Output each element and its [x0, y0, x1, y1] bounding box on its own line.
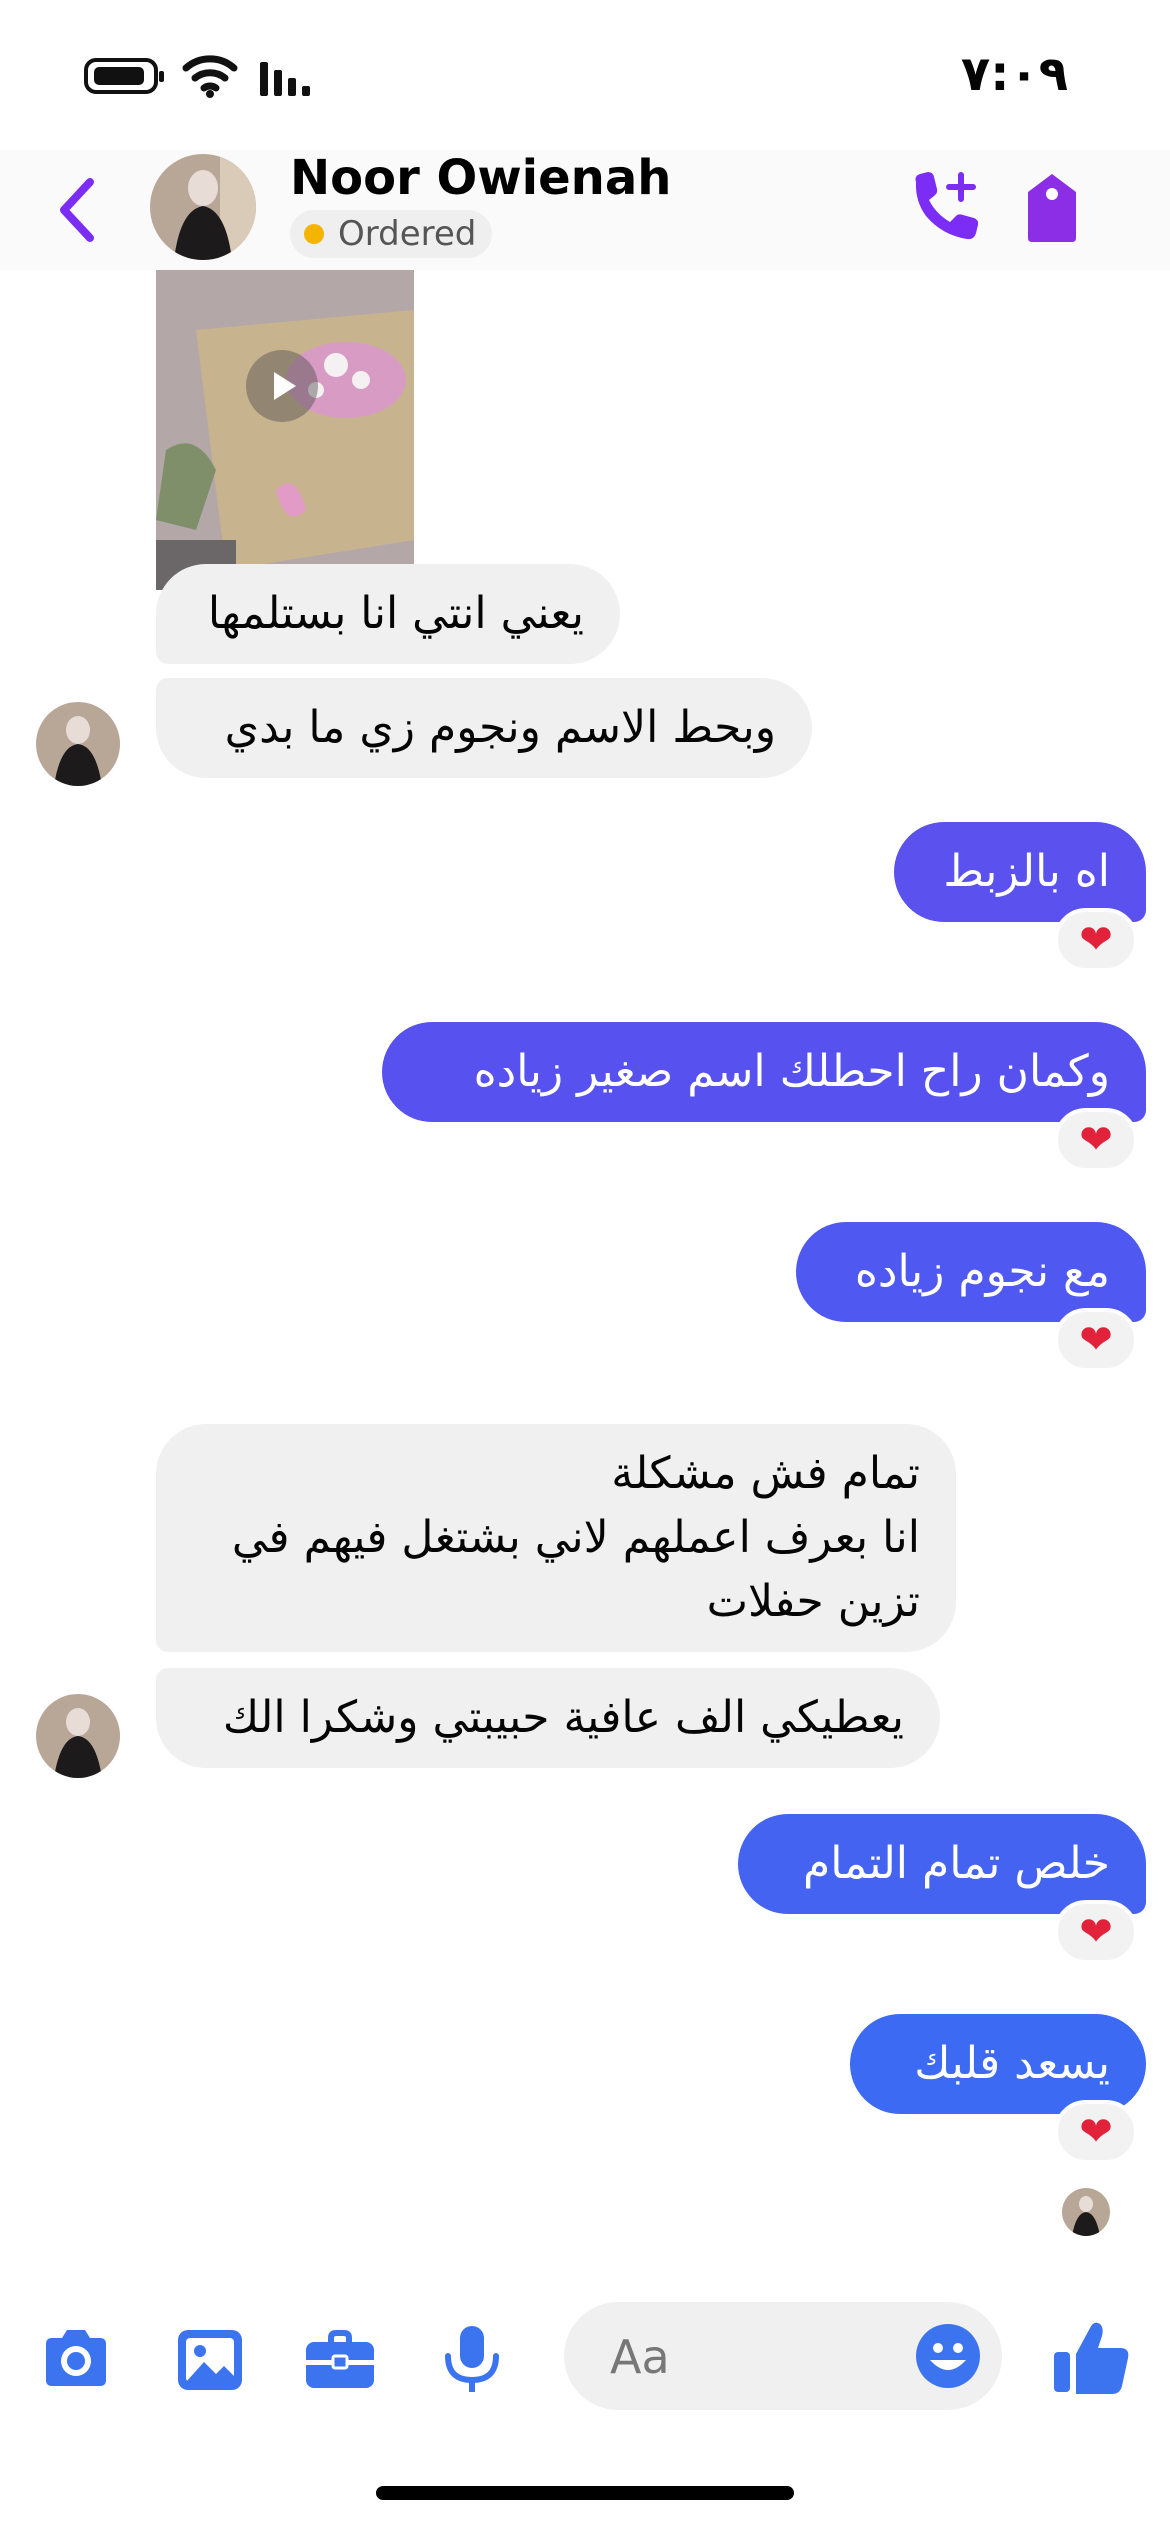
- battery-icon: [84, 58, 164, 94]
- heart-reaction[interactable]: ❤: [1054, 1108, 1138, 1172]
- contact-avatar-small: [36, 702, 120, 786]
- order-status-label: Ordered: [338, 214, 477, 254]
- message-bubble-outgoing[interactable]: وكمان راح احطلك اسم صغير زياده: [382, 1022, 1146, 1122]
- heart-reaction[interactable]: ❤: [1054, 1900, 1138, 1964]
- heart-reaction[interactable]: ❤: [1054, 908, 1138, 972]
- message-list[interactable]: يعني انتي انا بستلمها وبحط الاسم ونجوم ز…: [0, 270, 1170, 2280]
- message-bubble-outgoing[interactable]: يسعد قلبك: [850, 2014, 1146, 2114]
- photo-icon[interactable]: [170, 2320, 250, 2400]
- contact-avatar-small: [36, 1694, 120, 1778]
- message-input-container[interactable]: [564, 2302, 1002, 2410]
- emoji-icon[interactable]: [914, 2322, 982, 2390]
- message-bubble-incoming[interactable]: وبحط الاسم ونجوم زي ما بدي: [156, 678, 812, 778]
- home-indicator[interactable]: [376, 2486, 794, 2500]
- message-bubble-incoming[interactable]: يعطيكي الف عافية حبيبتي وشكرا الك: [156, 1668, 940, 1768]
- signal-icon: [260, 62, 310, 96]
- back-chevron-icon[interactable]: [50, 172, 110, 248]
- seen-receipt-avatar: [1062, 2188, 1110, 2236]
- status-time: ٧:٠٩: [960, 46, 1068, 102]
- heart-reaction[interactable]: ❤: [1054, 2100, 1138, 2164]
- message-bubble-outgoing[interactable]: اه بالزبط: [894, 822, 1146, 922]
- add-call-icon[interactable]: [906, 168, 984, 246]
- play-icon[interactable]: [246, 350, 318, 422]
- thumbs-up-icon[interactable]: [1050, 2316, 1134, 2400]
- message-bubble-outgoing[interactable]: خلص تمام التمام: [738, 1814, 1146, 1914]
- briefcase-icon[interactable]: [300, 2320, 380, 2400]
- order-status-badge[interactable]: Ordered: [290, 210, 493, 258]
- message-bubble-incoming[interactable]: تمام فش مشكلة انا بعرف اعملهم لاني بشتغل…: [156, 1424, 956, 1652]
- contact-name[interactable]: Noor Owienah: [290, 150, 671, 206]
- message-input[interactable]: [608, 2322, 872, 2392]
- message-bubble-outgoing[interactable]: مع نجوم زياده: [796, 1222, 1146, 1322]
- wifi-icon: [182, 55, 238, 98]
- contact-avatar[interactable]: [150, 154, 256, 260]
- heart-reaction[interactable]: ❤: [1054, 1308, 1138, 1372]
- conversation-header: Noor Owienah Ordered: [0, 150, 1170, 270]
- video-message[interactable]: [156, 270, 414, 590]
- camera-icon[interactable]: [36, 2320, 116, 2400]
- message-bubble-incoming[interactable]: يعني انتي انا بستلمها: [156, 564, 620, 664]
- status-dot: [304, 224, 324, 244]
- microphone-icon[interactable]: [432, 2320, 512, 2400]
- message-composer: [0, 2280, 1170, 2430]
- tag-icon[interactable]: [1022, 170, 1082, 246]
- video-frame: [156, 270, 414, 590]
- status-bar: ٧:٠٩: [0, 0, 1170, 150]
